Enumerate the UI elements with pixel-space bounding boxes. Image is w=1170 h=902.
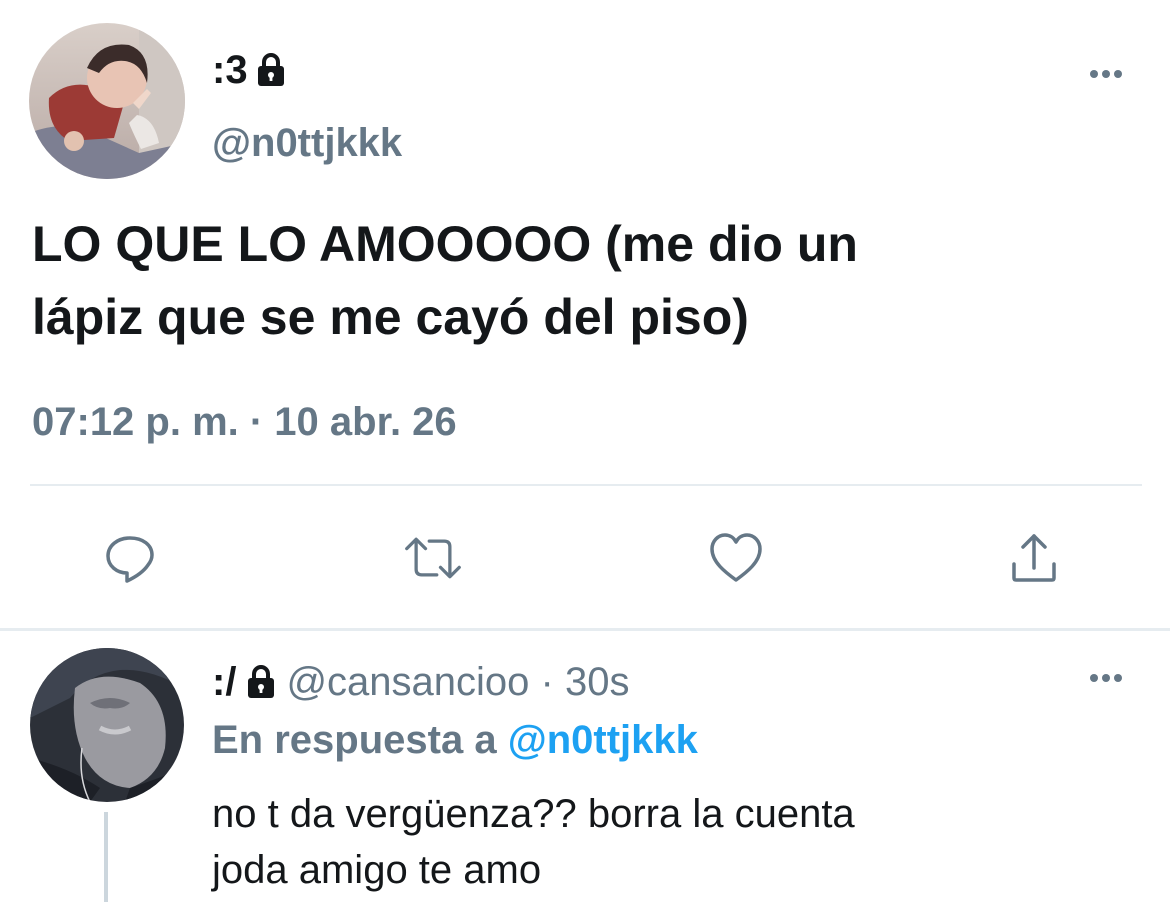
author-display-name-row: :3 (212, 46, 286, 94)
share-icon (1012, 534, 1056, 582)
avatar-photo-child (29, 23, 185, 179)
retweet-icon (405, 537, 461, 579)
avatar-photo-face (30, 648, 184, 802)
reply-header: :/ @cansancioo · 30s (212, 656, 629, 708)
tweet-timestamp[interactable]: 07:12 p. m. · 10 abr. 26 (32, 396, 457, 448)
author-avatar[interactable] (29, 23, 185, 179)
heart-icon (710, 533, 762, 582)
like-button[interactable] (706, 528, 766, 588)
lock-icon (248, 665, 275, 698)
author-display-name[interactable]: :3 (212, 46, 248, 94)
reply-context: En respuesta a @n0ttjkkk (212, 714, 698, 766)
reply-author-avatar[interactable] (30, 648, 184, 802)
tweet-text: LO QUE LO AMOOOOO (me dio un lápiz que s… (32, 208, 1142, 354)
reply-icon (106, 536, 154, 583)
reply-text-line-2: joda amigo te amo (212, 848, 542, 892)
tweet-detail-page: :3 @n0ttjkkk LO QUE LO AMOOOOO (me dio u… (0, 0, 1170, 902)
thread-line (104, 812, 108, 902)
retweet-button[interactable] (403, 528, 463, 588)
reply-handle-and-time[interactable]: @cansancioo · 30s (286, 656, 629, 708)
author-handle[interactable]: @n0ttjkkk (212, 118, 402, 168)
more-horizontal-icon[interactable] (1085, 666, 1127, 690)
reply-to-label: En respuesta a (212, 718, 497, 762)
share-button[interactable] (1004, 528, 1064, 588)
tweet-text-line-2: lápiz que se me cayó del piso) (32, 289, 749, 345)
divider (30, 484, 1142, 486)
more-horizontal-icon[interactable] (1085, 62, 1127, 86)
reply-button[interactable] (100, 528, 160, 588)
reply-text: no t da vergüenza?? borra la cuenta joda… (212, 786, 1142, 898)
divider (0, 628, 1170, 631)
reply-to-handle-link[interactable]: @n0ttjkkk (508, 718, 698, 762)
lock-icon (257, 53, 284, 86)
tweet-text-line-1: LO QUE LO AMOOOOO (me dio un (32, 216, 858, 272)
reply-text-line-1: no t da vergüenza?? borra la cuenta (212, 792, 855, 836)
reply-display-name[interactable]: :/ (212, 656, 236, 708)
